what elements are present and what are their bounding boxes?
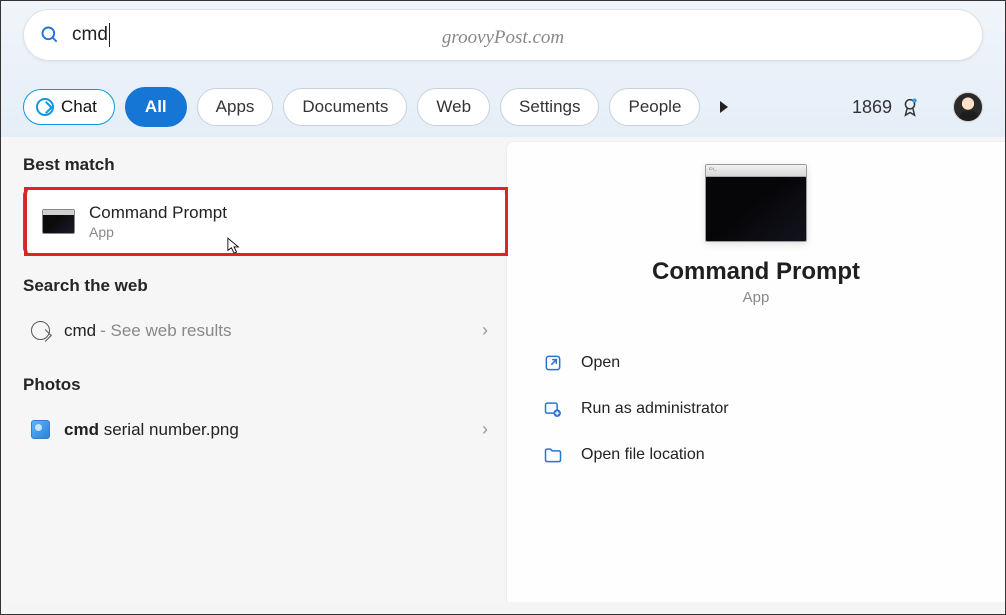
photo-result-row[interactable]: cmd serial number.png › [23, 407, 506, 452]
cmd-icon [42, 209, 75, 234]
result-subtitle: App [89, 224, 227, 240]
detail-panel: C:\_ Command Prompt App Open Run as admi… [506, 141, 1005, 602]
action-open[interactable]: Open [537, 340, 975, 386]
web-result-row[interactable]: cmd- See web results › [23, 308, 506, 353]
web-search-icon [31, 321, 50, 340]
section-best-match: Best match [23, 155, 506, 175]
content-area: Best match Command Prompt App Search the… [1, 137, 1005, 602]
user-avatar[interactable] [953, 92, 983, 122]
more-tabs-icon[interactable] [716, 99, 732, 115]
web-query: cmd [64, 321, 96, 340]
action-location-label: Open file location [581, 446, 705, 464]
admin-icon [543, 399, 563, 419]
chat-label: Chat [61, 97, 97, 117]
photo-bold: cmd [64, 420, 99, 439]
result-text: Command Prompt App [89, 203, 227, 240]
app-icon-large: C:\_ [705, 164, 807, 242]
chevron-right-icon: › [482, 419, 488, 440]
text-cursor [109, 23, 110, 47]
action-file-location[interactable]: Open file location [537, 432, 975, 478]
action-admin-label: Run as administrator [581, 400, 729, 418]
web-hint: - See web results [100, 321, 231, 340]
chevron-right-icon: › [482, 320, 488, 341]
search-header: cmd [1, 1, 1005, 73]
tab-people[interactable]: People [609, 88, 700, 126]
open-icon [543, 353, 563, 373]
section-photos: Photos [23, 375, 506, 395]
search-bar[interactable]: cmd [23, 9, 983, 61]
results-column: Best match Command Prompt App Search the… [1, 137, 506, 602]
search-icon [40, 25, 60, 45]
search-text: cmd [72, 24, 108, 46]
section-search-web: Search the web [23, 276, 506, 296]
bing-icon [36, 98, 54, 116]
cursor-pointer-icon [227, 236, 241, 256]
chat-button[interactable]: Chat [23, 89, 115, 125]
tab-all[interactable]: All [125, 87, 187, 127]
filter-tabs: Chat All Apps Documents Web Settings Peo… [1, 73, 1005, 137]
points-number: 1869 [852, 97, 892, 118]
action-open-label: Open [581, 354, 620, 372]
tab-settings[interactable]: Settings [500, 88, 599, 126]
tab-apps[interactable]: Apps [197, 88, 274, 126]
medal-icon [899, 96, 921, 118]
actions-list: Open Run as administrator Open file loca… [507, 340, 1005, 478]
image-file-icon [31, 420, 50, 439]
result-title: Command Prompt [89, 203, 227, 223]
folder-icon [543, 445, 563, 465]
rewards-points[interactable]: 1869 [852, 96, 921, 118]
photo-rest: serial number.png [99, 420, 239, 439]
detail-title: Command Prompt [507, 258, 1005, 286]
action-run-admin[interactable]: Run as administrator [537, 386, 975, 432]
best-match-result[interactable]: Command Prompt App [23, 189, 506, 254]
detail-subtitle: App [507, 289, 1005, 306]
tab-web[interactable]: Web [417, 88, 490, 126]
tab-documents[interactable]: Documents [283, 88, 407, 126]
